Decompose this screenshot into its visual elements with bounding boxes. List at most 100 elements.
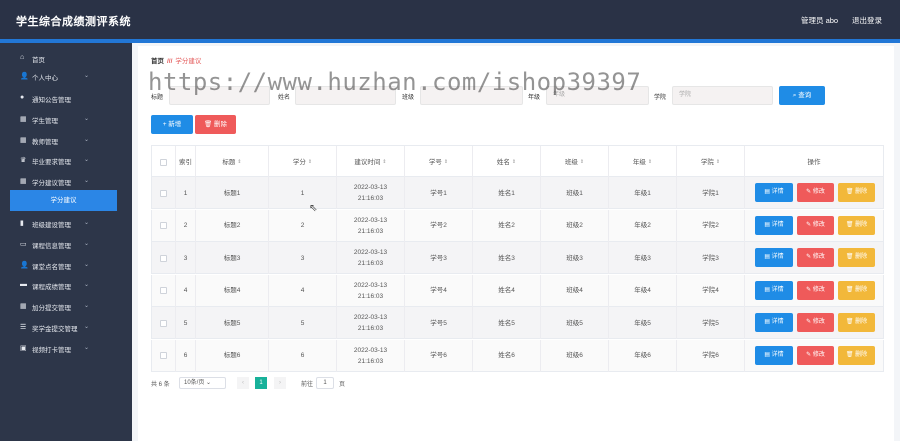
delete-row-button[interactable]: 🗑 删除	[838, 183, 875, 202]
sidebar-item-11[interactable]: ▦ 加分提交管理 ⌄	[0, 297, 132, 315]
sidebar-item-9[interactable]: 👤 课堂点名管理 ⌄	[0, 256, 132, 274]
row-checkbox[interactable]	[160, 319, 167, 327]
cell-sid: 学号6	[405, 339, 473, 372]
sort-icon: ⇕	[647, 158, 653, 165]
mouse-cursor-icon: ⇖	[309, 203, 318, 214]
class-input[interactable]	[420, 86, 523, 105]
grade-input[interactable]: 年级	[546, 86, 649, 105]
row-checkbox[interactable]	[160, 189, 167, 197]
trash-icon: 🗑	[203, 121, 215, 128]
cell-index: 4	[176, 274, 196, 307]
cell-time: 2022-03-13 21:16:03	[337, 274, 405, 307]
cell-credit: 6	[269, 339, 337, 372]
col-college[interactable]: 学院 ⇕	[677, 146, 745, 178]
detail-button[interactable]: ▤ 详情	[755, 248, 793, 267]
goto-page-input[interactable]: 1	[316, 377, 334, 389]
name-input[interactable]	[295, 86, 396, 105]
sidebar-item-13[interactable]: ▣ 视频打卡管理 ⌄	[0, 339, 132, 357]
col-credit[interactable]: 学分 ⇕	[269, 146, 337, 178]
cell-sid: 学号1	[405, 177, 473, 209]
sidebar-item-8[interactable]: ▭ 课程信息管理 ⌄	[0, 235, 132, 253]
sidebar-item-4[interactable]: ▦ 教师管理 ⌄	[0, 131, 132, 149]
sidebar-item-3[interactable]: ▦ 学生管理 ⌄	[0, 110, 132, 128]
delete-row-button[interactable]: 🗑 删除	[838, 248, 875, 267]
sidebar-item-2[interactable]: ● 通知公告管理	[0, 89, 132, 107]
select-all-checkbox[interactable]	[160, 158, 167, 166]
prev-page-button[interactable]: ‹	[237, 377, 249, 389]
trash-icon: 🗑	[845, 319, 856, 325]
sidebar-item-12[interactable]: ☰ 奖学金提交管理 ⌄	[0, 318, 132, 336]
col-class[interactable]: 班级 ⇕	[541, 146, 609, 178]
cell-college: 学院4	[677, 274, 745, 307]
sidebar-subitem-credit-suggestion[interactable]: 学分建议	[10, 190, 117, 211]
next-page-button[interactable]: ›	[274, 377, 286, 389]
sidebar-item-5[interactable]: ♛ 毕业要求管理 ⌄	[0, 151, 132, 169]
monitor-icon: ▭	[20, 241, 27, 248]
delete-row-button[interactable]: 🗑 删除	[838, 345, 875, 365]
delete-row-button-label: 删除	[855, 189, 868, 195]
edit-button[interactable]: ✎ 修改	[797, 183, 834, 202]
detail-button[interactable]: ▤ 详情	[755, 183, 793, 202]
detail-button-label: 详情	[771, 189, 784, 195]
edit-button[interactable]: ✎ 修改	[797, 248, 834, 267]
detail-button[interactable]: ▤ 详情	[755, 345, 793, 365]
sidebar-item-6[interactable]: ▦ 学分建议管理 ⌄	[0, 172, 132, 190]
title-input[interactable]	[169, 86, 270, 105]
doc-icon: ▤	[764, 221, 772, 228]
col-title[interactable]: 标题 ⇕	[196, 146, 269, 178]
table-row: 5 标题5 5 2022-03-13 21:16:03 学号5 姓名5 班级5 年级5 学院5 ▤…	[151, 307, 884, 339]
detail-button[interactable]: ▤ 详情	[755, 215, 793, 235]
edit-button-label: 修改	[812, 189, 825, 195]
col-grade[interactable]: 年级 ⇕	[609, 146, 677, 178]
add-button[interactable]: + 新增	[151, 115, 193, 134]
edit-button-label: 修改	[812, 286, 825, 293]
delete-row-button[interactable]: 🗑 删除	[838, 313, 875, 332]
user-icon: 👤	[20, 73, 29, 80]
page-1-button[interactable]: 1	[255, 377, 267, 389]
chevron-down-icon: ⌄	[84, 262, 90, 268]
detail-button[interactable]: ▤ 详情	[755, 280, 793, 300]
doc-icon: ▤	[764, 254, 772, 260]
class-label: 班级	[402, 95, 415, 101]
cell-class: 班级3	[541, 242, 609, 274]
detail-button[interactable]: ▤ 详情	[755, 313, 793, 332]
delete-button[interactable]: 🗑 删除	[195, 115, 236, 134]
college-input[interactable]: 学院	[672, 86, 773, 105]
delete-row-button[interactable]: 🗑 删除	[838, 280, 875, 300]
breadcrumb-home[interactable]: 首页	[151, 58, 164, 65]
chevron-down-icon: ⌄	[84, 345, 90, 351]
edit-button[interactable]: ✎ 修改	[797, 215, 834, 235]
row-checkbox[interactable]	[160, 254, 167, 262]
delete-row-button[interactable]: 🗑 删除	[838, 215, 875, 235]
trash-icon: 🗑	[845, 221, 856, 228]
sidebar-item-1[interactable]: 👤 个人中心 ⌄	[0, 67, 132, 85]
trash-icon: 🗑	[845, 189, 856, 195]
person-icon: 👤	[20, 262, 29, 269]
edit-button[interactable]: ✎ 修改	[797, 345, 834, 365]
chevron-down-icon: ⌄	[84, 137, 90, 143]
cell-grade: 年级1	[609, 177, 677, 209]
breadcrumb-current: 学分建议	[175, 58, 202, 65]
edit-button[interactable]: ✎ 修改	[797, 313, 834, 332]
edit-button[interactable]: ✎ 修改	[797, 280, 834, 300]
query-button[interactable]: ⌕ 查询	[779, 86, 825, 105]
logout-link[interactable]: 退出登录	[852, 15, 882, 26]
sidebar-item-10[interactable]: ▬ 课程成绩管理 ⌄	[0, 276, 132, 294]
col-student-id[interactable]: 学号 ⇕	[405, 146, 473, 178]
sidebar-item-label: 个人中心	[32, 75, 58, 82]
sidebar-item-0[interactable]: ⌂ 首页	[0, 49, 132, 67]
row-select-cell	[152, 177, 176, 209]
sidebar-item-label: 毕业要求管理	[32, 159, 71, 166]
cell-sid: 学号3	[405, 242, 473, 274]
col-class-label: 班级	[564, 158, 578, 166]
col-time[interactable]: 建议时间 ⇕	[337, 146, 405, 178]
page-size-select[interactable]: 10条/页 ⌄	[179, 377, 226, 389]
row-checkbox[interactable]	[160, 222, 167, 229]
row-checkbox[interactable]	[160, 287, 167, 294]
col-name[interactable]: 姓名 ⇕	[473, 146, 541, 178]
row-checkbox[interactable]	[160, 352, 167, 359]
pencil-icon: ✎	[806, 254, 813, 260]
sidebar-item-7[interactable]: ▮ 班级建设管理 ⌄	[0, 214, 132, 232]
cell-college: 学院1	[677, 177, 745, 209]
cell-college: 学院6	[677, 339, 745, 372]
